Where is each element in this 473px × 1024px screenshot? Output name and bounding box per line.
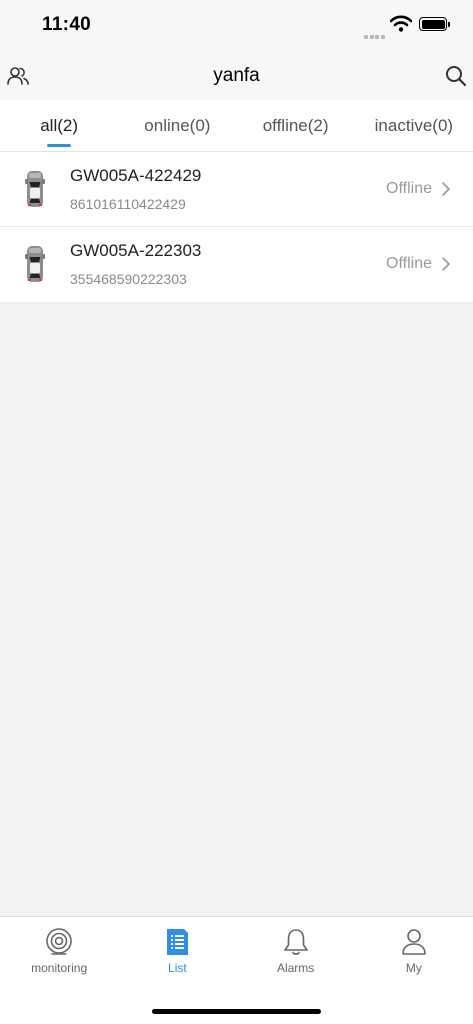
nav-bar: yanfa [0,52,473,100]
tab-label: offline(2) [262,116,329,135]
tab-label: monitoring [31,961,88,975]
tab-label: inactive(0) [374,116,454,135]
tab-label: Alarms [276,961,315,975]
tab-label: My [405,961,422,975]
home-indicator[interactable] [152,1009,321,1014]
active-tab-indicator [47,144,72,147]
device-status: Offline [386,180,432,197]
tab-label: online(0) [144,116,211,135]
person-icon [402,929,426,955]
bell-icon [283,929,308,955]
tab-my[interactable]: My [355,917,473,1024]
tab-label: all(2) [40,116,79,135]
tab-alarms[interactable]: Alarms [237,917,355,1024]
monitoring-icon [46,928,72,955]
list-icon [167,929,189,955]
tab-all[interactable]: all(2) [0,100,118,151]
tab-online[interactable]: online(0) [118,100,236,151]
device-name: GW005A-422429 [70,166,202,185]
page-title: yanfa [213,65,260,86]
search-icon[interactable] [444,64,468,88]
tab-inactive[interactable]: inactive(0) [355,100,473,151]
tab-offline[interactable]: offline(2) [237,100,355,151]
filter-tabs: all(2) online(0) offline(2) inactive(0) [0,100,473,152]
status-bar: 11:40 [0,0,473,52]
car-icon [25,246,45,282]
chevron-right-icon [442,182,450,196]
device-status: Offline [386,255,432,272]
tab-label: List [168,961,187,975]
battery-icon [419,17,450,31]
device-imei: 355468590222303 [70,271,187,287]
wifi-icon [390,15,412,32]
tab-monitoring[interactable]: monitoring [0,917,118,1024]
status-time: 11:40 [42,14,92,35]
device-row[interactable]: GW005A-222303 355468590222303 Offline [0,227,473,302]
bottom-tab-bar: monitoring List Alarms My [0,916,473,1024]
device-row[interactable]: GW005A-422429 861016110422429 Offline [0,152,473,227]
device-imei: 861016110422429 [70,196,186,212]
device-list: GW005A-422429 861016110422429 Offline GW… [0,152,473,302]
device-name: GW005A-222303 [70,241,202,260]
car-icon [25,171,45,207]
tab-list[interactable]: List [118,917,236,1024]
chevron-right-icon [442,257,450,271]
cellular-signal-icon [364,26,386,39]
